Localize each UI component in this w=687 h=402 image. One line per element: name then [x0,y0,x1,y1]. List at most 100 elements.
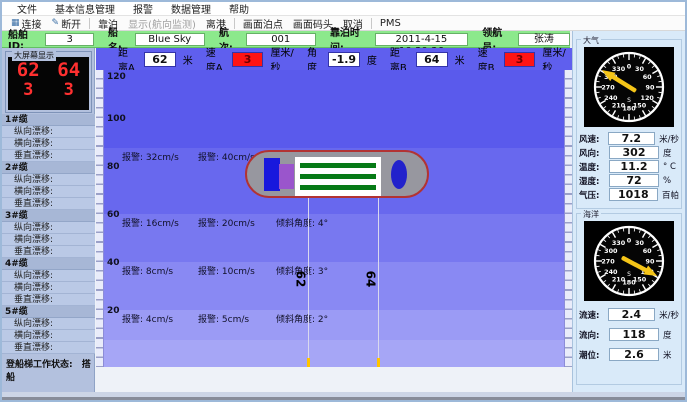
menu-item-0[interactable]: 文件 [8,1,46,16]
info-value-0[interactable]: 3 [45,33,94,46]
ship-superstructure-block [279,164,294,189]
menu-item-2[interactable]: 报警 [124,1,162,16]
axis-tick-80: 80 [107,162,120,172]
atmosphere-value-0: 7.2 [608,132,656,145]
tilt-angle-threshold: 倾斜角度: 4° [276,216,328,229]
info-value-3[interactable]: 2011-4-15 10:30:36 [375,33,469,46]
ocean-value-0: 2.4 [608,308,656,321]
atmosphere-label-1: 风向: [579,147,609,159]
atmosphere-row-0: 风速:7.2米/秒 [579,132,679,145]
atmosphere-row-1: 风向:302度 [579,146,679,159]
atmosphere-row-4: 气压:1018百帕 [579,188,679,201]
measure-unit-2: 度 [367,52,377,67]
svg-text:270: 270 [601,83,615,91]
display-distance-row: 6264 [8,60,89,81]
big-display-screen: 626433 [8,57,89,110]
tilt-angle-threshold: 倾斜角度: 2° [276,312,328,325]
mooring-anchor-arrow-icon [372,358,384,367]
cable-group-header-2: 2#缆 [2,162,95,174]
atmosphere-row-2: 温度:11.2° C [579,160,679,173]
cable-drift-item: 垂直漂移: [2,246,95,258]
atmosphere-group-title: 大气 [581,35,601,46]
atmosphere-label-0: 风速: [579,133,608,145]
distance-band-0 [104,70,564,148]
current-direction-gauge: 0306090120150180210240270300330S [584,221,674,301]
mooring-line-distance-label: 64 [363,271,377,288]
gangway-status: 登船梯工作状态: 搭船 [2,354,95,370]
alarm-threshold-b: 报警: 20cm/s [198,216,255,229]
measure-unit-0: 米 [183,52,193,67]
deck-hatch-stripe [300,163,376,168]
big-display-groupbox: 大屏幕显示 626433 [5,51,92,113]
right-ruler [564,70,572,367]
measure-value-3: 64 [416,52,448,67]
measure-value-0: 62 [144,52,176,67]
ocean-value-1: 118 [609,328,659,341]
atmosphere-unit-3: % [663,176,671,186]
atmosphere-value-4: 1018 [609,188,658,201]
atmosphere-unit-0: 米/秒 [659,133,679,145]
alarm-threshold-b: 报警: 40cm/s [198,150,255,163]
cable-group-header-1: 1#缆 [2,114,95,126]
ocean-unit-0: 米/秒 [659,309,679,321]
ship-bridge-block [264,158,280,191]
display-distance-value: 64 [57,60,80,81]
right-panel: 大气 0306090120150180210240270300330S 风速:7… [572,31,685,392]
measure-value-1: 3 [232,52,264,67]
info-value-1[interactable]: Blue Sky [135,33,205,46]
cable-drift-item: 纵向漂移: [2,222,95,234]
left-ruler [96,70,104,367]
arrow-stem [307,358,310,367]
ocean-unit-1: 度 [663,329,672,341]
svg-text:240: 240 [604,268,618,276]
measure-value-4: 3 [504,52,536,67]
alarm-row-1: 报警: 16cm/s报警: 20cm/s倾斜角度: 4° [104,216,564,228]
ship-bow-ellipse [391,160,407,189]
atmosphere-label-3: 湿度: [579,175,609,187]
ocean-row-2: 潮位:2.6米 [579,348,679,361]
atmosphere-unit-2: ° C [663,162,676,172]
cable-drift-item: 纵向漂移: [2,174,95,186]
alarm-threshold-a: 报警: 8cm/s [122,264,173,277]
mooring-line-1 [378,198,379,367]
cable-drift-item: 垂直漂移: [2,294,95,306]
alarm-row-3: 报警: 4cm/s报警: 5cm/s倾斜角度: 2° [104,312,564,324]
display-speed-value: 3 [64,81,74,100]
menu-item-3[interactable]: 数据管理 [162,1,220,16]
alarm-threshold-a: 报警: 4cm/s [122,312,173,325]
left-panel: 大屏幕显示 626433 1#缆纵向漂移:横向漂移:垂直漂移:2#缆纵向漂移:横… [2,48,95,392]
svg-text:240: 240 [604,94,618,102]
cable-group-header-5: 5#缆 [2,306,95,318]
atmosphere-value-2: 11.2 [609,160,659,173]
cable-drift-item: 横向漂移: [2,282,95,294]
svg-text:210: 210 [612,102,626,110]
menu-bar: 文件基本信息管理报警数据管理帮助 [2,2,685,16]
svg-text:90: 90 [646,83,655,91]
cable-drift-item: 纵向漂移: [2,270,95,282]
ocean-row-1: 流向:118度 [579,328,679,341]
cable-drift-item: 纵向漂移: [2,126,95,138]
axis-tick-100: 100 [107,114,126,124]
measure-bar: 距离A62米速度A3厘米/秒角度-1.9度距离B64米速度B3厘米/秒 [96,48,572,70]
svg-text:S: S [627,271,631,278]
berthing-plot: 12010080604020 报警: 32cm/s报警: 40cm/s倾斜角度:… [96,70,572,367]
svg-text:300: 300 [604,247,618,255]
menu-item-4[interactable]: 帮助 [220,1,258,16]
cable-group-header-3: 3#缆 [2,210,95,222]
ship-deck-hatches [295,157,381,196]
cable-drift-item: 垂直漂移: [2,342,95,354]
cable-drift-item: 垂直漂移: [2,198,95,210]
svg-text:60: 60 [643,247,652,255]
cable-drift-item: 横向漂移: [2,330,95,342]
cable-drift-item: 横向漂移: [2,138,95,150]
menu-item-1[interactable]: 基本信息管理 [46,1,124,16]
atmosphere-value-1: 302 [609,146,659,159]
ocean-label-0: 流速: [579,309,608,321]
display-speed-row: 33 [8,81,89,100]
deck-hatch-stripe [300,174,376,179]
cable-group-header-4: 4#缆 [2,258,95,270]
svg-text:0: 0 [627,62,632,70]
atmosphere-group: 大气 0306090120150180210240270300330S 风速:7… [576,39,682,209]
app-window: 文件基本信息管理报警数据管理帮助 ▦连接✎断开靠泊显示(航向监测)离港画面泊点画… [0,0,687,402]
cable-drift-item: 横向漂移: [2,186,95,198]
